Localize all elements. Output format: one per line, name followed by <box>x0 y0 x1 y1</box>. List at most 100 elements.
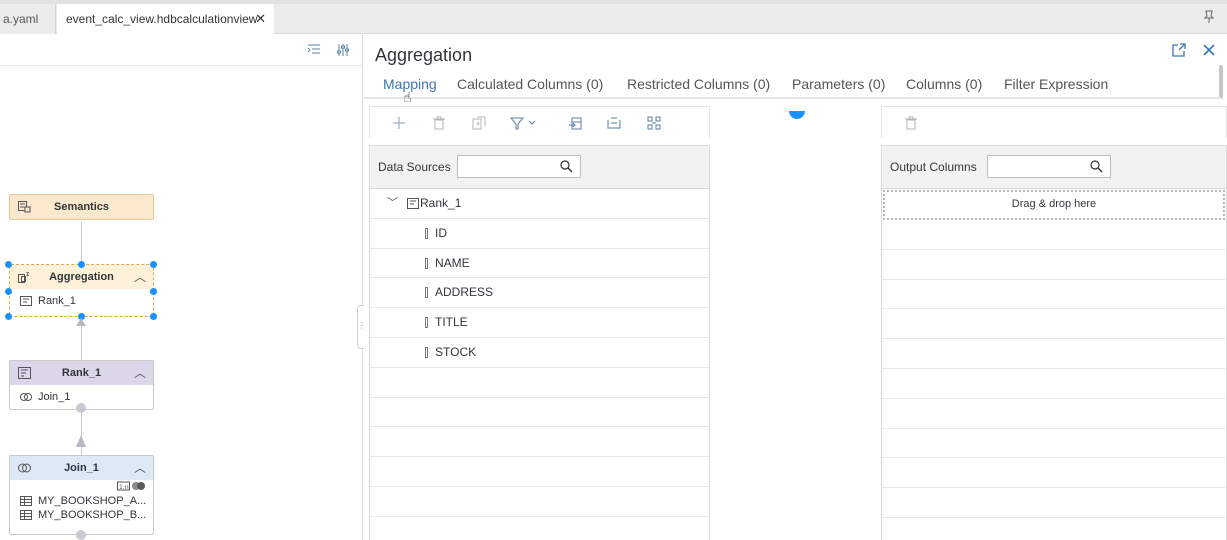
column-name: ADDRESS <box>435 285 494 300</box>
node-join-input-b[interactable]: MY_BOOKSHOP_B... <box>10 508 153 522</box>
panel-subtabs: Mapping Calculated Columns (0) Restricte… <box>364 73 1222 99</box>
output-columns-label: Output Columns <box>890 160 977 174</box>
chevron-up-icon[interactable]: ︿ <box>134 361 146 385</box>
node-semantics-header: Semantics <box>10 195 153 219</box>
column-row[interactable]: NAME <box>370 249 709 279</box>
expand-icon[interactable] <box>1172 43 1186 57</box>
search-icon[interactable] <box>560 160 573 173</box>
graph-toolbar <box>0 35 363 66</box>
node-join-input-a[interactable]: MY_BOOKSHOP_A... <box>10 494 153 508</box>
tree-node-rank[interactable]: ﹀ Rank_1 <box>370 189 709 219</box>
tab-yaml-file[interactable]: a.yaml <box>0 4 56 34</box>
data-sources-header: Data Sources <box>370 146 709 189</box>
empty-row <box>370 487 709 517</box>
chevron-up-icon[interactable]: ︿ <box>134 456 146 480</box>
settings-sliders-icon[interactable] <box>336 43 350 57</box>
empty-row <box>370 368 709 398</box>
aggregation-icon: Σ <box>18 272 30 283</box>
rank-source-icon <box>407 198 419 209</box>
node-rank-title: Rank_1 <box>61 367 102 379</box>
output-columns-search-input[interactable] <box>987 155 1111 178</box>
table-icon <box>20 510 32 520</box>
resize-handle[interactable] <box>5 288 12 295</box>
empty-row <box>882 458 1226 489</box>
filter-dropdown-icon[interactable] <box>510 116 544 130</box>
tab-restricted-columns[interactable]: Restricted Columns (0) <box>627 76 770 92</box>
empty-row <box>882 280 1226 310</box>
column-row[interactable]: STOCK <box>370 338 709 368</box>
node-semantics-title: Semantics <box>53 201 110 213</box>
join-icon <box>18 463 31 473</box>
output-columns-toolbar <box>881 106 1227 138</box>
resize-handle[interactable] <box>150 313 157 320</box>
node-aggregation-title: Aggregation <box>49 271 114 283</box>
column-row[interactable]: TITLE <box>370 308 709 338</box>
table-icon <box>20 496 32 506</box>
add-to-output-icon[interactable] <box>568 116 582 130</box>
resize-handle[interactable] <box>78 261 85 268</box>
node-aggregation-header: Σ Aggregation ︿ <box>10 265 153 289</box>
panel-title: Aggregation <box>375 45 473 65</box>
empty-row <box>882 369 1226 399</box>
chevron-down-icon[interactable]: ﹀ <box>387 189 398 218</box>
tab-columns[interactable]: Columns (0) <box>906 76 982 92</box>
column-name: NAME <box>435 255 470 270</box>
node-join-badges: 1:n <box>10 480 153 494</box>
tab-calc-view-label: event_calc_view.hdbcalculationview <box>66 12 258 26</box>
data-sources-search-input[interactable] <box>457 155 581 178</box>
collapse-all-icon[interactable] <box>307 43 321 57</box>
column-row[interactable]: ADDRESS <box>370 278 709 309</box>
svg-text:Σ: Σ <box>26 272 30 278</box>
node-join-header: Join_1 ︿ <box>10 456 153 480</box>
column-icon <box>425 227 428 239</box>
node-aggregation-input[interactable]: Rank_1 <box>10 289 153 313</box>
node-rank-input-label: Join_1 <box>38 391 71 403</box>
empty-row <box>882 339 1226 369</box>
resize-handle[interactable] <box>5 313 12 320</box>
output-columns-header: Output Columns <box>882 146 1226 189</box>
column-icon <box>425 317 428 329</box>
search-icon[interactable] <box>1090 160 1103 173</box>
resize-handle[interactable] <box>150 288 157 295</box>
empty-row <box>370 398 709 428</box>
output-port <box>76 530 86 540</box>
add-icon[interactable] <box>392 116 406 130</box>
edge-rank-join <box>81 412 82 455</box>
node-semantics[interactable]: Semantics <box>9 194 154 220</box>
node-aggregation[interactable]: Σ Aggregation ︿ Rank_1 <box>9 264 154 317</box>
hierarchy-icon[interactable] <box>647 116 661 130</box>
replace-icon[interactable] <box>472 116 486 130</box>
column-icon <box>425 257 428 269</box>
data-sources-toolbar <box>369 106 710 138</box>
mapping-connector-indicator[interactable] <box>789 111 805 119</box>
join-type-icon: 1:n <box>117 481 145 491</box>
mouse-pointer-icon: ☝ <box>403 89 412 105</box>
tab-calc-view[interactable]: event_calc_view.hdbcalculationview ✕ <box>57 4 274 35</box>
tab-parameters[interactable]: Parameters (0) <box>792 76 885 92</box>
resize-handle[interactable] <box>150 261 157 268</box>
tab-filter-expression[interactable]: Filter Expression <box>1004 76 1108 92</box>
column-name: STOCK <box>435 344 477 359</box>
chevron-up-icon[interactable]: ︿ <box>134 265 146 289</box>
node-join-input-b-label: MY_BOOKSHOP_B... <box>38 509 147 521</box>
node-rank-header: Rank_1 ︿ <box>10 361 153 385</box>
pin-icon[interactable] <box>1203 10 1215 24</box>
tree-node-rank-label: Rank_1 <box>420 196 462 210</box>
output-dropzone[interactable]: Drag & drop here <box>883 190 1225 220</box>
column-name: TITLE <box>435 315 468 330</box>
close-icon[interactable] <box>1202 43 1216 57</box>
tab-calculated-columns[interactable]: Calculated Columns (0) <box>457 76 603 92</box>
delete-icon[interactable] <box>904 116 918 130</box>
rank-icon <box>18 367 31 379</box>
resize-handle[interactable] <box>5 261 12 268</box>
delete-icon[interactable] <box>432 116 446 130</box>
editor-tab-bar: a.yaml event_calc_view.hdbcalculationvie… <box>0 0 1227 35</box>
edge-semantics-aggregation <box>81 222 82 264</box>
empty-row <box>370 427 709 458</box>
node-join[interactable]: Join_1 ︿ 1:n MY_BOOKSHOP_A... MY_BOOKSHO… <box>9 455 154 535</box>
node-join-input-a-label: MY_BOOKSHOP_A... <box>38 495 147 507</box>
column-row[interactable]: ID <box>370 219 709 249</box>
data-sources-label: Data Sources <box>378 160 451 174</box>
create-mapping-icon[interactable] <box>607 116 621 130</box>
tab-close-icon[interactable]: ✕ <box>255 4 266 34</box>
